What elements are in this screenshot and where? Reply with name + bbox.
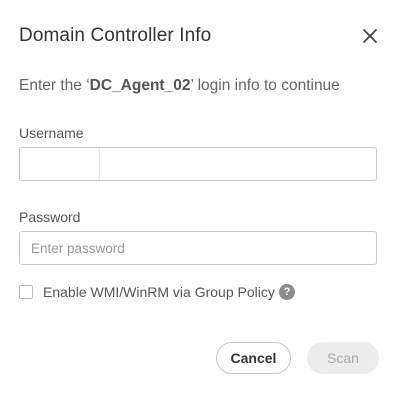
dialog-title: Domain Controller Info — [19, 25, 212, 46]
password-label: Password — [19, 209, 81, 225]
username-input[interactable] — [19, 147, 377, 181]
subtitle-prefix: Enter the ‘ — [19, 77, 90, 94]
close-icon-glyph — [363, 29, 377, 43]
wmi-winrm-label[interactable]: Enable WMI/WinRM via Group Policy — [43, 284, 275, 300]
cancel-button[interactable]: Cancel — [216, 342, 291, 374]
domain-controller-dialog: Domain Controller Info Enter the ‘DC_Age… — [0, 0, 401, 396]
close-icon[interactable] — [360, 26, 380, 46]
password-input[interactable] — [19, 231, 377, 265]
text-cursor — [99, 148, 100, 180]
dialog-subtitle: Enter the ‘DC_Agent_02’ login info to co… — [19, 77, 340, 95]
username-label: Username — [19, 125, 84, 141]
wmi-winrm-checkbox[interactable] — [19, 285, 33, 299]
question-circle-icon[interactable]: ? — [279, 284, 295, 300]
subtitle-suffix: ’ login info to continue — [190, 77, 340, 94]
scan-button[interactable]: Scan — [307, 342, 379, 374]
agent-name: DC_Agent_02 — [89, 77, 191, 94]
